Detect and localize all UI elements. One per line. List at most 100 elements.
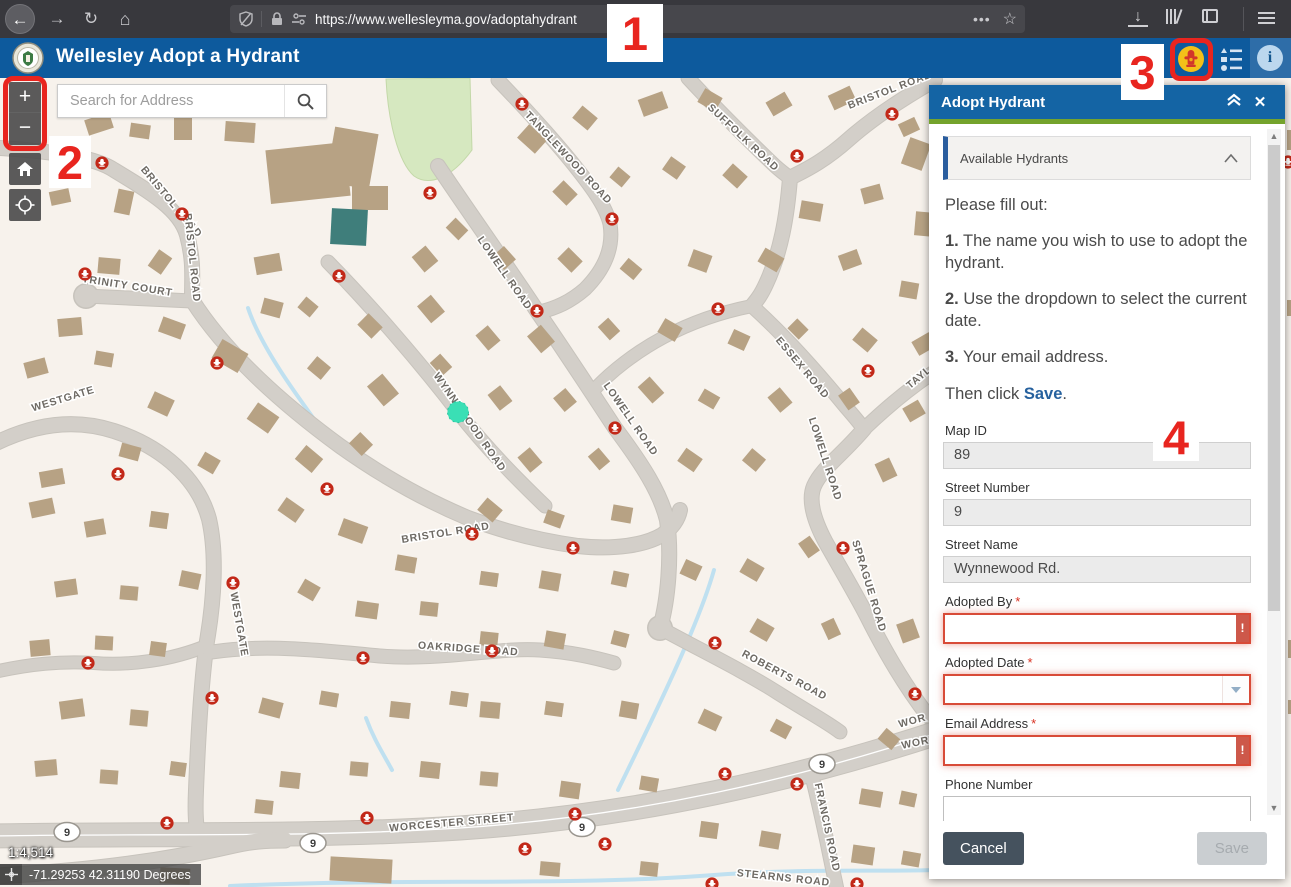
home-extent-button[interactable] xyxy=(9,153,41,185)
coordinate-bar: -71.29253 42.31190 Degrees xyxy=(0,864,201,885)
building xyxy=(539,570,562,591)
menu-icon[interactable] xyxy=(1258,12,1275,27)
date-dropdown-button[interactable] xyxy=(1222,676,1249,703)
building xyxy=(544,701,564,717)
route-shield-number: 9 xyxy=(819,759,825,771)
panel-header: Adopt Hydrant ✕ xyxy=(929,85,1285,119)
building xyxy=(479,701,500,719)
scrollbar-thumb[interactable] xyxy=(1268,145,1280,611)
forward-button[interactable]: → xyxy=(42,4,72,34)
hydrant-marker-glyph xyxy=(489,650,496,652)
save-button[interactable]: Save xyxy=(1197,832,1267,865)
hydrant-marker-glyph xyxy=(794,783,801,785)
crosshair-icon[interactable] xyxy=(0,864,22,885)
hydrant-marker-glyph xyxy=(85,666,90,667)
hydrant-marker-glyph xyxy=(82,273,89,275)
hydrant-marker-glyph xyxy=(209,701,214,702)
building xyxy=(349,761,368,777)
zoom-control: + − xyxy=(9,82,41,145)
zoom-out-button[interactable]: − xyxy=(9,113,41,144)
bookmark-star-icon[interactable]: ☆ xyxy=(1003,9,1017,29)
hydrant-marker-glyph xyxy=(794,155,801,157)
building xyxy=(449,691,469,707)
building xyxy=(799,200,824,222)
accordion-label: Available Hydrants xyxy=(960,151,1224,166)
downloads-icon[interactable]: ↓ xyxy=(1128,9,1148,27)
hydrant-marker-glyph xyxy=(179,213,186,215)
hydrant-marker-glyph xyxy=(840,547,847,549)
building xyxy=(1287,130,1291,150)
hydrant-marker-glyph xyxy=(1285,161,1291,163)
hydrant-marker-glyph xyxy=(709,883,716,885)
building xyxy=(29,639,50,657)
hydrant-marker-glyph xyxy=(336,279,341,280)
instruction-step-2: 2. Use the dropdown to select the curren… xyxy=(945,289,1249,332)
building xyxy=(619,701,640,720)
instruction-step-3: 3. Your email address. xyxy=(945,347,1249,368)
building xyxy=(84,518,106,537)
building xyxy=(149,511,169,529)
scroll-down-icon[interactable]: ▼ xyxy=(1267,801,1281,815)
hydrant-marker-glyph xyxy=(519,107,524,108)
building xyxy=(224,121,255,143)
road xyxy=(86,296,192,301)
library-icon[interactable] xyxy=(1166,9,1182,29)
permissions-icon[interactable] xyxy=(291,11,307,27)
zoom-in-button[interactable]: + xyxy=(9,82,41,113)
hydrant-marker-glyph xyxy=(324,488,331,490)
building xyxy=(544,630,566,649)
home-button[interactable]: ⌂ xyxy=(110,4,140,34)
building xyxy=(639,861,658,877)
available-hydrants-accordion[interactable]: Available Hydrants xyxy=(943,136,1251,180)
hydrant-marker-glyph xyxy=(82,277,87,278)
info-icon[interactable]: i xyxy=(1257,45,1283,71)
adopt-hydrant-tool-icon[interactable] xyxy=(1177,45,1205,73)
hydrant-marker-glyph xyxy=(840,551,845,552)
hydrant-marker-glyph xyxy=(336,275,343,277)
building xyxy=(539,861,560,877)
search-button[interactable] xyxy=(284,85,326,117)
hydrant-marker-glyph xyxy=(572,817,577,818)
lock-icon[interactable] xyxy=(269,11,285,27)
instructions-intro: Please fill out: xyxy=(945,195,1249,216)
hydrant-marker-glyph xyxy=(85,662,92,664)
reload-button[interactable]: ↻ xyxy=(76,4,106,34)
scroll-up-icon[interactable]: ▲ xyxy=(1267,129,1281,143)
building xyxy=(1287,300,1291,316)
page-actions-icon[interactable]: ••• xyxy=(973,11,991,27)
hydrant-marker-glyph xyxy=(99,162,106,164)
building xyxy=(389,701,411,719)
building xyxy=(395,554,417,573)
hydrant-marker-glyph xyxy=(522,848,529,850)
close-panel-icon[interactable]: ✕ xyxy=(1247,93,1273,111)
adopted-date-field[interactable] xyxy=(943,674,1251,705)
legend-icon[interactable] xyxy=(1218,46,1244,72)
chevron-up-icon[interactable] xyxy=(1224,151,1238,166)
locate-me-button[interactable] xyxy=(9,189,41,221)
building xyxy=(699,821,719,839)
adopted-by-field[interactable]: ! xyxy=(943,613,1251,644)
building xyxy=(119,585,138,601)
building xyxy=(174,116,192,140)
hydrant-marker-glyph xyxy=(427,192,434,194)
phone-field[interactable] xyxy=(943,796,1251,821)
hydrant-marker-glyph xyxy=(360,661,365,662)
back-button[interactable]: ← xyxy=(5,4,35,34)
collapse-panel-icon[interactable] xyxy=(1221,93,1247,112)
building xyxy=(57,317,82,337)
building xyxy=(169,761,187,777)
hydrant-marker-glyph xyxy=(534,314,539,315)
email-field[interactable]: ! xyxy=(943,735,1251,766)
search-input[interactable] xyxy=(58,85,284,117)
hydrant-marker-glyph xyxy=(854,883,861,885)
required-asterisk: * xyxy=(1028,655,1033,670)
instruction-step-1: 1. The name you wish to use to adopt the… xyxy=(945,231,1249,274)
sidebar-icon[interactable] xyxy=(1202,9,1218,23)
building xyxy=(149,641,167,657)
hydrant-marker-glyph xyxy=(534,310,541,312)
cancel-button[interactable]: Cancel xyxy=(943,832,1024,865)
panel-scrollbar[interactable]: ▲ ▼ xyxy=(1267,129,1281,815)
hydrant-marker-glyph xyxy=(712,642,719,644)
tracking-protection-shield-icon[interactable] xyxy=(238,11,254,27)
route-shield-number: 9 xyxy=(64,827,70,839)
